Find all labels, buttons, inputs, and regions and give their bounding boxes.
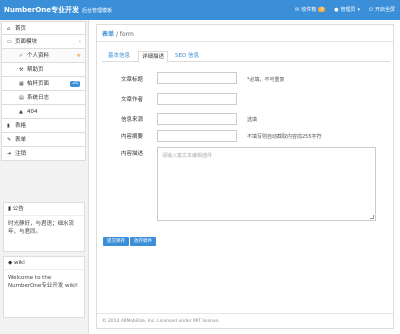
- power-icon: ⏻: [369, 6, 373, 13]
- fullscreen-label: 开启全屏: [374, 7, 395, 13]
- main-content: 表单 / form 基本信息 详细描述 SEO 信息 文章标题 *必填，不可重复…: [96, 24, 394, 329]
- sidebar-item-label: 表单: [15, 137, 27, 143]
- notice-header: ▮ 公告: [4, 203, 84, 216]
- fullscreen-link[interactable]: ⏻ 开启全屏: [369, 6, 395, 14]
- description-label: 内容描述: [121, 151, 144, 157]
- count-badge: 24: [70, 81, 80, 87]
- signout-icon: ➜: [7, 151, 12, 157]
- bookmark-icon: ▮: [8, 206, 12, 212]
- article-title-input[interactable]: [157, 72, 237, 84]
- caret-down-icon: ▾: [357, 6, 361, 13]
- sidebar-item-label: 个人资料: [27, 53, 50, 59]
- chevron-left-icon: ‹: [78, 39, 81, 45]
- breadcrumb: / form: [115, 31, 134, 38]
- sidebar: ⌂ 首页 ▭ 页面模块 ‹ ✓ 个人资料 ★ ⚒ 帮助页 ▦ 柏杯页面 24 ▤ 系统日志 …: [0, 20, 89, 334]
- sidebar-item-page-modules[interactable]: ▭ 页面模块 ‹: [1, 35, 86, 49]
- page-title: 表单 / form: [102, 29, 134, 38]
- sidebar-item-system-log[interactable]: ▤ 系统日志: [1, 91, 86, 105]
- inbox-count-badge: 3: [318, 7, 326, 12]
- description-placeholder: 请输入富文本编辑插件: [162, 153, 213, 159]
- pencil-icon: ✎: [7, 137, 12, 143]
- calendar-icon: ▤: [19, 95, 24, 101]
- sidebar-item-form[interactable]: ✎ 表单: [1, 133, 86, 147]
- inbox-label: 收件箱: [301, 7, 317, 13]
- sidebar-item-404[interactable]: ▲ 404: [1, 105, 86, 119]
- article-title-label: 文章标题: [121, 77, 144, 83]
- author-label: 文章作者: [121, 97, 144, 103]
- tab-detail[interactable]: 详细描述: [138, 51, 168, 63]
- sidebar-item-label: 系统日志: [27, 95, 50, 101]
- sidebar-item-home[interactable]: ⌂ 首页: [1, 21, 86, 35]
- wiki-body: Welcome to the NumberOne专业开发 wiki!: [8, 275, 78, 289]
- book-icon: ▮: [7, 123, 10, 129]
- user-icon: ●: [334, 6, 339, 13]
- divider: [97, 313, 393, 314]
- source-label: 信息来源: [121, 117, 144, 123]
- brand-subtitle: 后台管理模板: [82, 8, 113, 14]
- source-input[interactable]: [157, 113, 237, 125]
- sidebar-item-label: 首页: [15, 26, 27, 32]
- admin-menu[interactable]: ● 管理员 ▾: [334, 6, 361, 14]
- inbox-link[interactable]: ✉ 收件箱 3: [295, 6, 326, 13]
- divider: [97, 41, 393, 42]
- folder-icon: ▭: [7, 39, 12, 45]
- wiki-title: wiki: [13, 260, 25, 266]
- warning-icon: ▲: [19, 109, 23, 115]
- sidebar-item-help[interactable]: ⚒ 帮助页: [1, 63, 86, 77]
- brand[interactable]: NumberOne专业开发 后台管理模板: [4, 5, 112, 15]
- sidebar-item-label: 页面模块: [15, 39, 38, 45]
- brand-title: NumberOne专业开发: [4, 6, 80, 14]
- top-bar: NumberOne专业开发 后台管理模板 ✉ 收件箱 3 ● 管理员 ▾ ⏻ 开启…: [0, 0, 400, 20]
- article-title-help: *必填，不可重复: [247, 77, 285, 83]
- sidebar-item-label: 注销: [15, 151, 27, 157]
- notice-panel: ▮ 公告 时光静好，与君语；细水流年，与君同。: [3, 202, 85, 252]
- envelope-icon: ✉: [295, 6, 300, 13]
- tag-icon: ◆: [8, 260, 13, 266]
- star-icon: ★: [76, 53, 81, 59]
- author-input[interactable]: [157, 93, 237, 105]
- sidebar-item-logout[interactable]: ➜ 注销: [1, 147, 86, 161]
- resize-handle-icon[interactable]: [370, 215, 374, 219]
- top-links: ✉ 收件箱 3 ● 管理员 ▾ ⏻ 开启全屏: [295, 6, 395, 14]
- page-title-main: 表单: [102, 31, 115, 38]
- check-icon: ✓: [19, 53, 24, 59]
- summary-input[interactable]: [157, 130, 237, 142]
- source-help: 选填: [247, 117, 258, 123]
- wiki-header: ◆ wiki: [4, 257, 84, 270]
- notice-body: 时光静好，与君语；细水流年，与君同。: [8, 221, 75, 235]
- submit-button[interactable]: 提交保存: [103, 237, 129, 246]
- sidebar-item-table[interactable]: ▮ 表格: [1, 119, 86, 133]
- summary-label: 内容摘要: [121, 134, 144, 140]
- sidebar-item-profile[interactable]: ✓ 个人资料 ★: [1, 49, 86, 63]
- home-icon: ⌂: [7, 26, 11, 32]
- grid-icon: ▦: [19, 81, 24, 87]
- sidebar-nav: ⌂ 首页 ▭ 页面模块 ‹ ✓ 个人资料 ★ ⚒ 帮助页 ▦ 柏杯页面 24 ▤ 系统日志 …: [1, 21, 86, 161]
- wiki-panel: ◆ wiki Welcome to the NumberOne专业开发 wiki…: [3, 256, 85, 318]
- tab-bar: 基本信息 详细描述 SEO 信息: [102, 51, 390, 63]
- wrench-icon: ⚒: [19, 67, 24, 73]
- tab-basic-info[interactable]: 基本信息: [104, 51, 134, 62]
- description-editor[interactable]: 请输入富文本编辑插件: [157, 147, 376, 221]
- summary-help: 不填写则自动截取内容前255字符: [247, 134, 322, 140]
- sidebar-item-label: 柏杯页面: [27, 81, 50, 87]
- sidebar-item-label: 帮助页: [27, 67, 44, 73]
- tab-seo[interactable]: SEO 信息: [172, 51, 202, 62]
- admin-label: 管理员: [340, 7, 356, 13]
- sidebar-item-gallery[interactable]: ▦ 柏杯页面 24: [1, 77, 86, 91]
- sidebar-item-label: 404: [27, 109, 38, 115]
- sidebar-item-label: 表格: [15, 123, 27, 129]
- notice-title: 公告: [12, 206, 24, 212]
- footer-copyright: © 2014 AllMobilize, Inc. Licensed under …: [102, 319, 220, 324]
- save-draft-button[interactable]: 放存稿件: [130, 237, 156, 246]
